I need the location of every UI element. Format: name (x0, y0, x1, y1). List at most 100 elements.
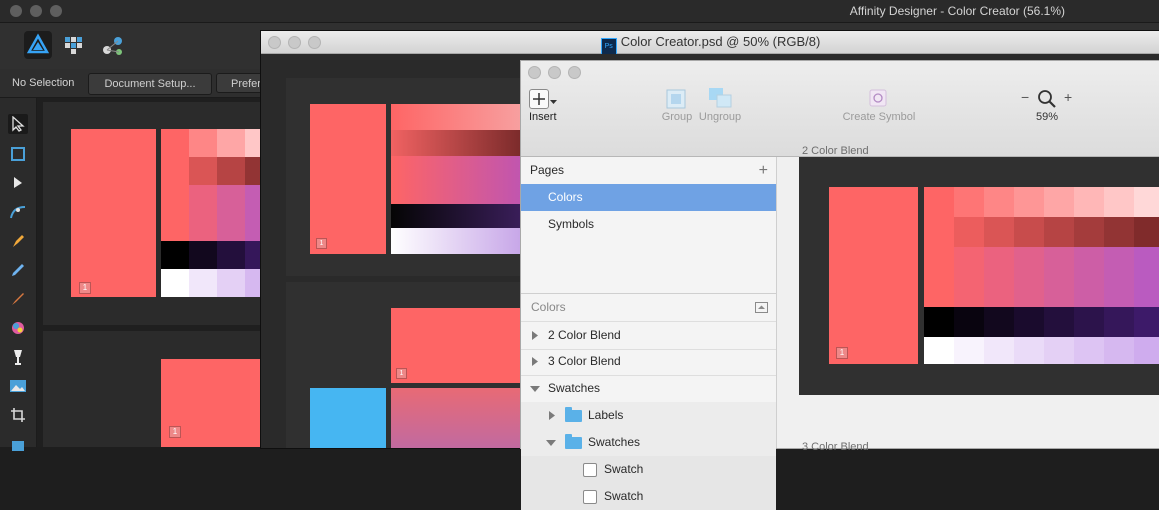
selection-status: No Selection (12, 77, 75, 89)
blend-gradient-second (391, 388, 522, 448)
minimize-button[interactable] (548, 66, 561, 79)
insert-label: Insert (529, 111, 557, 123)
layer-label: Swatch (604, 462, 644, 476)
node-tool-icon[interactable] (8, 173, 28, 193)
transparency-tool-icon[interactable] (8, 347, 28, 367)
blend-cell (984, 307, 1014, 337)
create-symbol-button[interactable]: Create Symbol (841, 89, 917, 125)
blend-cell (1104, 307, 1134, 337)
zoom-button[interactable] (568, 66, 581, 79)
blend-gradient (391, 156, 522, 204)
sketch-canvas[interactable]: 2 Color Blend 1 3 Color Blend (777, 145, 1159, 453)
insert-button[interactable]: Insert (529, 89, 559, 123)
corner-tool-icon[interactable] (8, 202, 28, 222)
layer-row-labels[interactable]: Labels (521, 402, 776, 429)
ungroup-button[interactable]: Ungroup (697, 87, 743, 125)
page-item-colors[interactable]: Colors (521, 184, 776, 211)
blend-cell (1074, 307, 1104, 337)
artboard[interactable]: 1 (43, 102, 301, 325)
blend-cell (161, 185, 189, 213)
blend-cell (1044, 277, 1074, 307)
blend-cell (924, 337, 954, 364)
layer-row-3-color-blend[interactable]: 3 Color Blend (521, 348, 776, 376)
disclosure-right-icon[interactable] (532, 357, 538, 366)
sketch-artboard[interactable]: 1 (799, 157, 1159, 395)
affinity-canvas[interactable]: 1 1 (37, 98, 301, 447)
layer-label: 3 Color Blend (548, 354, 621, 368)
sketch-window: Insert Group Ungroup Create Symbol − + 5… (520, 60, 1159, 510)
blend-cell (1134, 277, 1159, 307)
artboard-tool-icon[interactable] (8, 144, 28, 164)
blend-cell (1014, 277, 1044, 307)
disclosure-down-icon[interactable] (530, 386, 540, 392)
artboard-number-badge: 1 (396, 368, 407, 379)
layer-label: Swatches (548, 381, 601, 395)
minimize-button[interactable] (30, 5, 42, 17)
blend-cell (1044, 337, 1074, 364)
crop-tool-icon[interactable] (8, 405, 28, 425)
artboard-number-badge: 1 (836, 347, 848, 359)
vector-brush-tool-icon[interactable] (8, 289, 28, 309)
close-button[interactable] (10, 5, 22, 17)
disclosure-down-icon[interactable] (546, 440, 556, 446)
pages-header: Pages + (521, 157, 776, 184)
layers-header-label: Colors (531, 300, 566, 314)
close-button[interactable] (528, 66, 541, 79)
blend-cell (1074, 187, 1104, 217)
blend-cell (217, 269, 245, 297)
blend-cell (954, 217, 984, 247)
artboard-title[interactable]: 2 Color Blend (802, 145, 869, 157)
pencil-tool-icon[interactable] (8, 260, 28, 280)
zoom-in-button[interactable]: + (1064, 89, 1072, 105)
zoom-button[interactable] (50, 5, 62, 17)
move-tool-icon[interactable] (8, 114, 28, 134)
blend-cell (954, 187, 984, 217)
layer-row-swatch[interactable]: Swatch (521, 456, 776, 483)
export-persona-icon[interactable] (102, 35, 124, 57)
disclosure-right-icon[interactable] (532, 331, 538, 340)
blend-cell (924, 307, 954, 337)
zoom-level: 59% (1035, 111, 1059, 123)
ps-artboard[interactable]: 1 (286, 78, 522, 276)
layer-row-swatches-folder[interactable]: Swatches (521, 429, 776, 456)
layer-row-swatch[interactable]: Swatch (521, 483, 776, 510)
disclosure-right-icon[interactable] (549, 411, 555, 420)
affinity-designer-icon (26, 33, 50, 54)
artboard-title[interactable]: 3 Color Blend (802, 441, 869, 453)
page-item-label: Colors (548, 190, 583, 204)
blend-cell (189, 185, 217, 213)
blend-cell (1104, 277, 1134, 307)
pen-tool-icon[interactable] (8, 231, 28, 251)
window-title: Ps Color Creator.psd @ 50% (RGB/8) (261, 34, 1159, 55)
fill-tool-icon[interactable] (8, 318, 28, 338)
blend-cell (1074, 337, 1104, 364)
rectangle-tool-icon[interactable] (8, 434, 28, 454)
layers-header: Colors (521, 294, 776, 321)
blend-cell (1134, 307, 1159, 337)
photoshop-file-icon: Ps (600, 38, 617, 55)
zoom-out-button[interactable]: − (1021, 89, 1029, 105)
document-setup-button[interactable]: Document Setup... (88, 73, 212, 95)
blend-cell (189, 241, 217, 269)
artboard-second[interactable]: 1 (43, 331, 260, 447)
group-label: Group (661, 111, 693, 123)
blend-cell (1134, 187, 1159, 217)
shade-gradient (391, 130, 522, 156)
create-symbol-label: Create Symbol (842, 111, 916, 123)
designer-persona-button[interactable] (24, 31, 52, 59)
pixel-persona-icon[interactable] (64, 35, 84, 55)
page-item-symbols[interactable]: Symbols (521, 211, 776, 238)
blend-cell (1014, 187, 1044, 217)
window-title-text: Color Creator.psd @ 50% (RGB/8) (620, 34, 821, 49)
artboard-number-badge: 1 (79, 282, 91, 294)
layer-row-swatches[interactable]: Swatches (521, 375, 776, 403)
coral-swatch-second (391, 308, 522, 383)
layer-row-2-color-blend[interactable]: 2 Color Blend (521, 321, 776, 350)
blend-cell (217, 185, 245, 213)
blend-cell (984, 187, 1014, 217)
group-button[interactable]: Group (659, 89, 695, 125)
ps-artboard-second[interactable]: 1 (286, 282, 522, 448)
collapse-icon[interactable] (755, 302, 768, 313)
place-image-tool-icon[interactable] (8, 376, 28, 396)
add-page-button[interactable]: + (759, 157, 768, 184)
